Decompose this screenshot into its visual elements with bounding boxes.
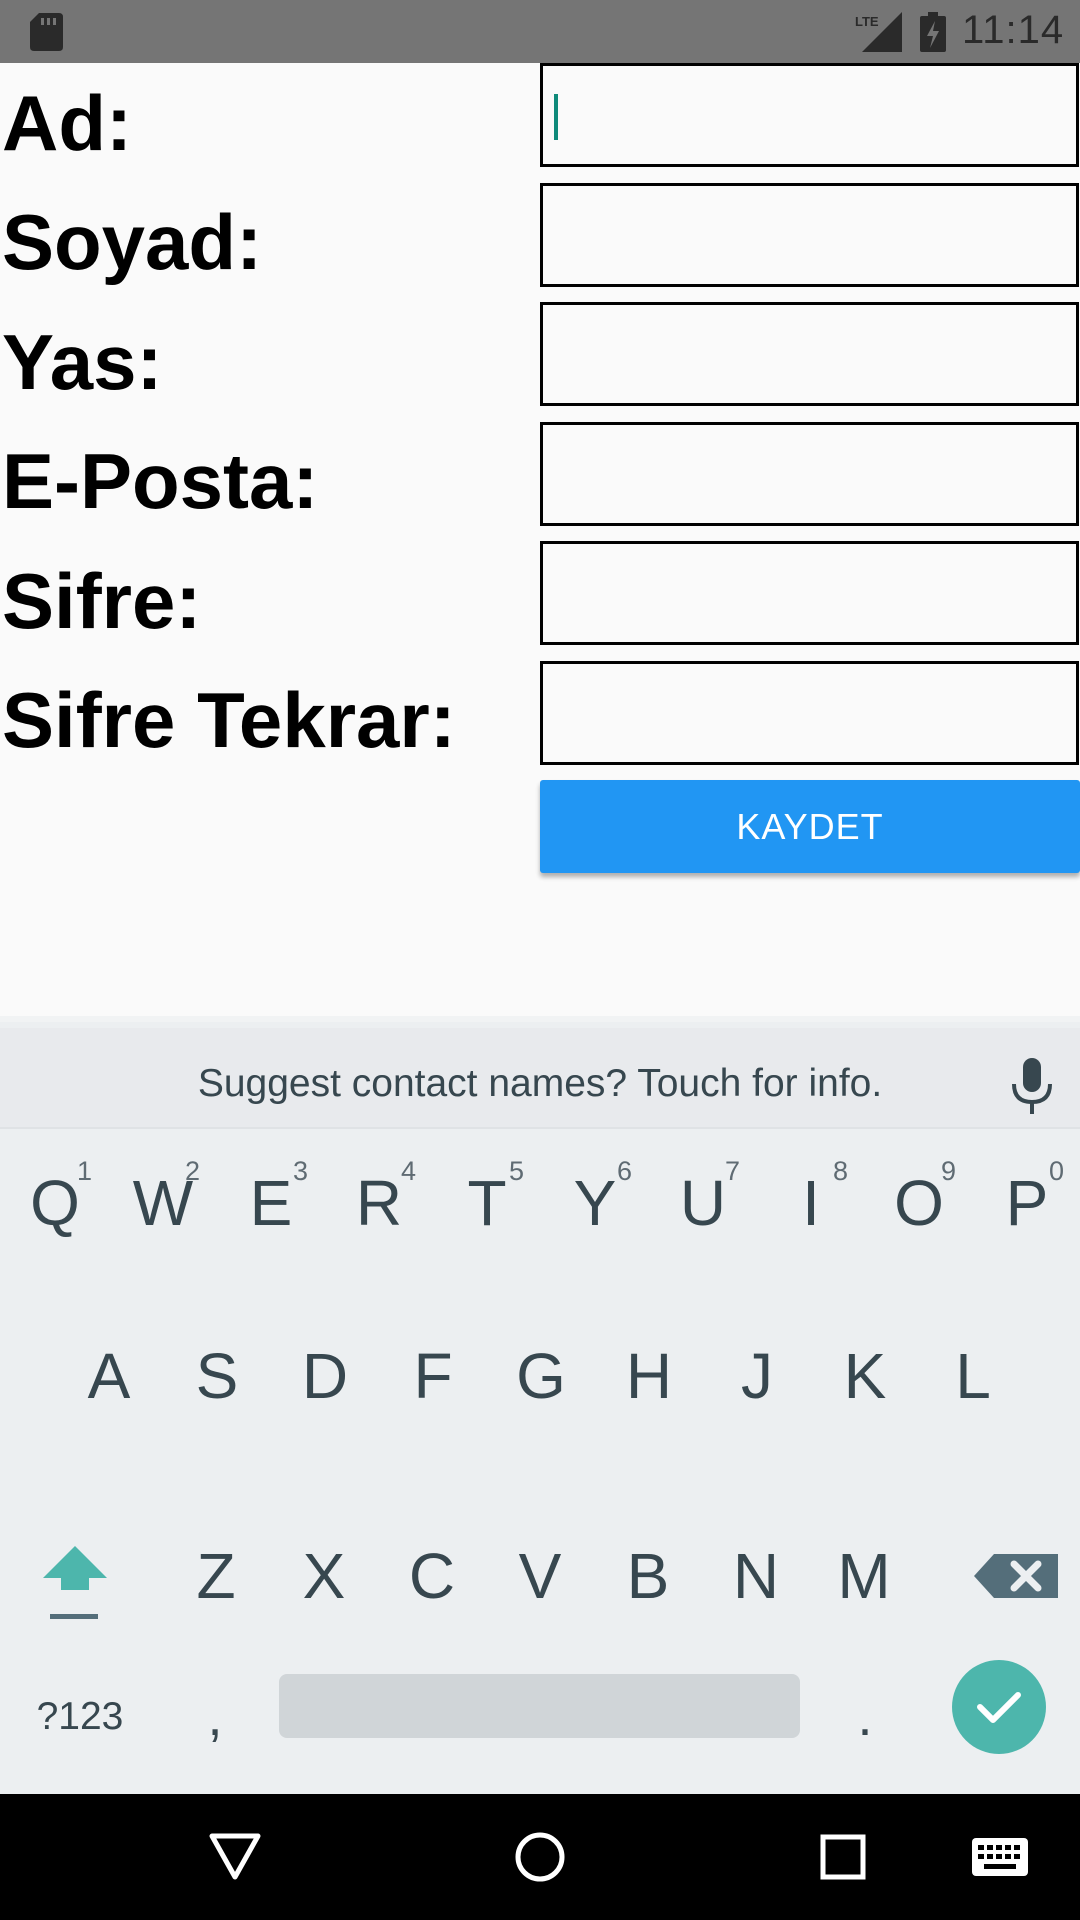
key-label: Q bbox=[30, 1167, 80, 1239]
key-o[interactable]: 9O bbox=[866, 1128, 972, 1278]
sifre-input[interactable] bbox=[540, 541, 1079, 645]
label-soyad: Soyad: bbox=[2, 198, 263, 286]
key-label: E bbox=[249, 1167, 293, 1239]
key-hint: 7 bbox=[724, 1156, 740, 1186]
sifre-tekrar-input[interactable] bbox=[540, 661, 1079, 765]
backspace-key[interactable] bbox=[960, 1506, 1070, 1646]
key-g[interactable]: G bbox=[488, 1301, 594, 1451]
keyboard-icon bbox=[972, 1838, 1028, 1876]
lte-signal-icon: LTE bbox=[855, 12, 902, 52]
space-key[interactable] bbox=[279, 1674, 800, 1738]
symbols-key[interactable]: ?123 bbox=[20, 1662, 140, 1772]
key-label: T bbox=[467, 1167, 507, 1239]
key-label: O bbox=[894, 1167, 944, 1239]
key-hint: 3 bbox=[292, 1156, 308, 1186]
shift-arrow-icon bbox=[43, 1546, 107, 1619]
back-triangle-icon bbox=[209, 1833, 261, 1880]
key-label: R bbox=[355, 1167, 403, 1239]
key-label: Y bbox=[573, 1167, 617, 1239]
key-a[interactable]: A bbox=[56, 1301, 162, 1451]
enter-key[interactable] bbox=[952, 1660, 1046, 1754]
key-hint: 1 bbox=[76, 1156, 92, 1186]
key-hint: 4 bbox=[400, 1156, 416, 1186]
soyad-input[interactable] bbox=[540, 183, 1079, 287]
key-p[interactable]: 0P bbox=[974, 1128, 1080, 1278]
status-clock: 11:14 bbox=[962, 8, 1065, 52]
label-sifre: Sifre: bbox=[2, 557, 202, 645]
eposta-input[interactable] bbox=[540, 422, 1079, 526]
key-d[interactable]: D bbox=[272, 1301, 378, 1451]
navigation-bar bbox=[0, 1794, 1080, 1920]
ad-input[interactable] bbox=[540, 63, 1079, 167]
yas-input[interactable] bbox=[540, 302, 1079, 406]
key-n[interactable]: N bbox=[703, 1501, 809, 1651]
key-e[interactable]: 3E bbox=[218, 1128, 324, 1278]
suggestion-text[interactable]: Suggest contact names? Touch for info. bbox=[0, 1062, 1080, 1106]
text-cursor bbox=[554, 94, 558, 140]
key-s[interactable]: S bbox=[164, 1301, 270, 1451]
back-button[interactable] bbox=[200, 1824, 270, 1890]
key-c[interactable]: C bbox=[379, 1501, 485, 1651]
key-f[interactable]: F bbox=[380, 1301, 486, 1451]
key-u[interactable]: 7U bbox=[650, 1128, 756, 1278]
label-ad: Ad: bbox=[2, 79, 132, 167]
key-label: I bbox=[802, 1167, 820, 1239]
key-hint: 9 bbox=[940, 1156, 956, 1186]
key-x[interactable]: X bbox=[271, 1501, 377, 1651]
home-circle-icon bbox=[515, 1832, 565, 1882]
label-sifre-tekrar: Sifre Tekrar: bbox=[2, 676, 456, 764]
key-v[interactable]: V bbox=[487, 1501, 593, 1651]
suggestion-strip[interactable]: Suggest contact names? Touch for info. bbox=[0, 1028, 1080, 1129]
key-m[interactable]: M bbox=[811, 1501, 917, 1651]
checkmark-icon bbox=[977, 1692, 1021, 1723]
key-w[interactable]: 2W bbox=[110, 1128, 216, 1278]
key-z[interactable]: Z bbox=[163, 1501, 269, 1651]
key-q[interactable]: 1Q bbox=[2, 1128, 108, 1278]
key-hint: 0 bbox=[1048, 1156, 1064, 1186]
key-b[interactable]: B bbox=[595, 1501, 701, 1651]
key-h[interactable]: H bbox=[596, 1301, 702, 1451]
status-bar: LTE 11:14 bbox=[0, 0, 1080, 63]
shift-key[interactable] bbox=[25, 1506, 125, 1646]
battery-icon bbox=[920, 12, 946, 52]
svg-text:LTE: LTE bbox=[855, 14, 879, 29]
sd-card-icon bbox=[30, 13, 63, 51]
key-j[interactable]: J bbox=[704, 1301, 810, 1451]
label-yas: Yas: bbox=[2, 318, 163, 406]
period-key[interactable]: . bbox=[830, 1662, 900, 1772]
key-hint: 2 bbox=[184, 1156, 200, 1186]
comma-key[interactable]: , bbox=[180, 1662, 250, 1772]
key-label: U bbox=[679, 1167, 727, 1239]
key-r[interactable]: 4R bbox=[326, 1128, 432, 1278]
label-eposta: E-Posta: bbox=[2, 437, 319, 525]
key-hint: 5 bbox=[508, 1156, 524, 1186]
key-label: P bbox=[1005, 1167, 1049, 1239]
keyboard-switch-button[interactable] bbox=[965, 1824, 1035, 1890]
kaydet-button[interactable]: KAYDET bbox=[540, 780, 1080, 873]
microphone-icon[interactable] bbox=[1008, 1058, 1056, 1116]
recents-square-icon bbox=[820, 1834, 866, 1880]
key-y[interactable]: 6Y bbox=[542, 1128, 648, 1278]
soft-keyboard: Suggest contact names? Touch for info. ?… bbox=[0, 1016, 1080, 1794]
key-l[interactable]: L bbox=[920, 1301, 1026, 1451]
key-t[interactable]: 5T bbox=[434, 1128, 540, 1278]
key-hint: 8 bbox=[832, 1156, 848, 1186]
key-k[interactable]: K bbox=[812, 1301, 918, 1451]
backspace-icon bbox=[974, 1554, 1058, 1598]
recents-button[interactable] bbox=[808, 1824, 878, 1890]
key-hint: 6 bbox=[616, 1156, 632, 1186]
home-button[interactable] bbox=[505, 1824, 575, 1890]
key-i[interactable]: 8I bbox=[758, 1128, 864, 1278]
